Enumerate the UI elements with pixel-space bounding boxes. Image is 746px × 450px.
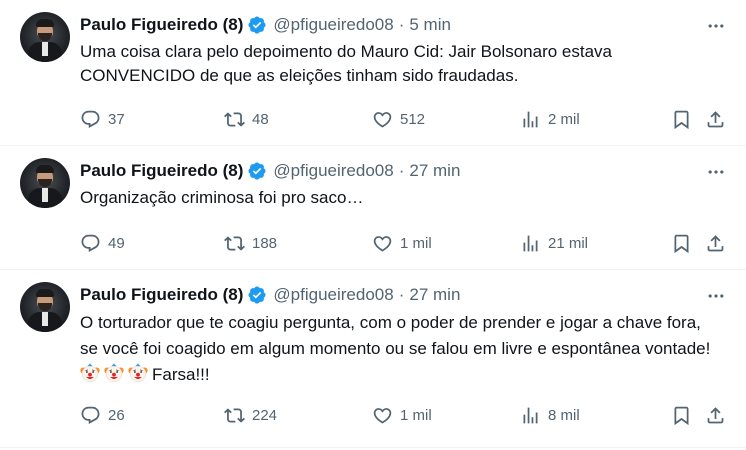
retweet-count: 188 [252, 234, 278, 252]
tweet[interactable]: Paulo Figueiredo (8) @pfigueiredo08 · 5 … [0, 0, 746, 146]
tweet-text: Uma coisa clara pelo depoimento do Mauro… [80, 42, 612, 85]
avatar[interactable] [20, 158, 70, 208]
reply-icon [80, 233, 101, 254]
retweet-button[interactable]: 224 [224, 404, 277, 426]
author-handle[interactable]: @pfigueiredo08 [273, 285, 393, 305]
verified-badge-icon [247, 285, 267, 305]
views-button[interactable]: 21 mil [520, 232, 588, 254]
heart-icon [372, 405, 393, 426]
tweet-header: Paulo Figueiredo (8) @pfigueiredo08 · 27… [80, 160, 460, 182]
like-count: 512 [400, 110, 426, 128]
reply-count: 37 [108, 110, 125, 128]
author-handle[interactable]: @pfigueiredo08 [273, 15, 393, 35]
timestamp[interactable]: 5 min [409, 15, 451, 35]
more-options-icon[interactable] [706, 286, 726, 306]
tweet-header: Paulo Figueiredo (8) @pfigueiredo08 · 27… [80, 284, 460, 306]
reply-icon [80, 109, 101, 130]
like-count: 1 mil [400, 234, 432, 252]
analytics-icon [520, 109, 541, 130]
share-button[interactable] [705, 108, 726, 130]
like-button[interactable]: 512 [372, 108, 425, 130]
avatar[interactable] [20, 12, 70, 62]
analytics-icon [520, 233, 541, 254]
retweet-count: 48 [252, 110, 269, 128]
like-count: 1 mil [400, 406, 432, 424]
retweet-count: 224 [252, 406, 278, 424]
tweet-actions: 49 188 1 mil 21 mil [80, 232, 726, 254]
views-button[interactable]: 2 mil [520, 108, 580, 130]
retweet-icon [224, 109, 245, 130]
like-button[interactable]: 1 mil [372, 404, 432, 426]
timeline: Paulo Figueiredo (8) @pfigueiredo08 · 5 … [0, 0, 746, 448]
views-button[interactable]: 8 mil [520, 404, 580, 426]
like-button[interactable]: 1 mil [372, 232, 432, 254]
bookmark-button[interactable] [671, 108, 692, 130]
tweet[interactable]: Paulo Figueiredo (8) @pfigueiredo08 · 27… [0, 270, 746, 448]
author-handle[interactable]: @pfigueiredo08 [273, 161, 393, 181]
bookmark-icon [671, 405, 692, 426]
tweet[interactable]: Paulo Figueiredo (8) @pfigueiredo08 · 27… [0, 146, 746, 270]
tweet-header: Paulo Figueiredo (8) @pfigueiredo08 · 5 … [80, 14, 451, 36]
retweet-button[interactable]: 48 [224, 108, 269, 130]
tweet-actions: 37 48 512 2 mil [80, 108, 726, 130]
bookmark-icon [671, 233, 692, 254]
tweet-text: Organização criminosa foi pro saco… [80, 188, 364, 207]
bookmark-button[interactable] [671, 404, 692, 426]
share-icon [705, 233, 726, 254]
views-count: 8 mil [548, 406, 580, 424]
reply-button[interactable]: 37 [80, 108, 125, 130]
separator-dot: · [398, 15, 405, 34]
verified-badge-icon [247, 15, 267, 35]
author-name[interactable]: Paulo Figueiredo (8) [80, 285, 243, 305]
clown-face-icon [128, 363, 148, 383]
share-button[interactable] [705, 232, 726, 254]
bookmark-icon [671, 109, 692, 130]
share-button[interactable] [705, 404, 726, 426]
timestamp[interactable]: 27 min [409, 285, 460, 305]
separator-dot: · [398, 285, 405, 304]
author-name[interactable]: Paulo Figueiredo (8) [80, 161, 243, 181]
retweet-icon [224, 233, 245, 254]
share-icon [705, 405, 726, 426]
bookmark-button[interactable] [671, 232, 692, 254]
clown-face-icon [80, 363, 100, 383]
more-options-icon[interactable] [706, 16, 726, 36]
tweet-text-tail: Farsa!!! [152, 365, 210, 384]
more-options-icon[interactable] [706, 162, 726, 182]
views-count: 2 mil [548, 110, 580, 128]
reply-count: 26 [108, 406, 125, 424]
verified-badge-icon [247, 161, 267, 181]
avatar[interactable] [20, 282, 70, 332]
analytics-icon [520, 405, 541, 426]
retweet-button[interactable]: 188 [224, 232, 277, 254]
separator-dot: · [398, 161, 405, 180]
heart-icon [372, 109, 393, 130]
tweet-text: O torturador que te coagiu pergunta, com… [80, 310, 720, 388]
retweet-icon [224, 405, 245, 426]
share-icon [705, 109, 726, 130]
reply-icon [80, 405, 101, 426]
reply-button[interactable]: 49 [80, 232, 125, 254]
tweet-text-body: O torturador que te coagiu pergunta, com… [80, 313, 711, 358]
tweet-actions: 26 224 1 mil 8 mil [80, 404, 726, 426]
reply-button[interactable]: 26 [80, 404, 125, 426]
views-count: 21 mil [548, 234, 589, 252]
clown-face-icon [104, 363, 124, 383]
reply-count: 49 [108, 234, 125, 252]
heart-icon [372, 233, 393, 254]
author-name[interactable]: Paulo Figueiredo (8) [80, 15, 243, 35]
timestamp[interactable]: 27 min [409, 161, 460, 181]
